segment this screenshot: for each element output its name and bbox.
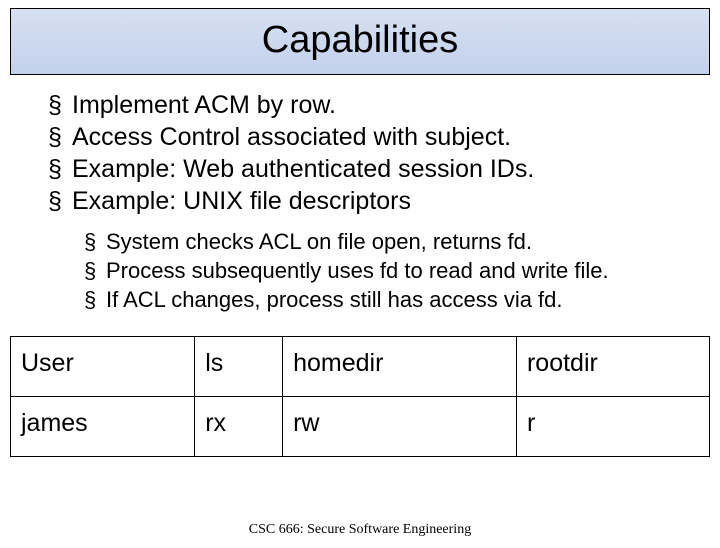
title-bar: Capabilities (10, 8, 710, 75)
table-cell: homedir (283, 337, 517, 397)
list-item: If ACL changes, process still has access… (84, 285, 690, 314)
slide-title: Capabilities (11, 19, 709, 62)
list-item: Example: Web authenticated session IDs. (48, 153, 690, 185)
list-item: Access Control associated with subject. (48, 121, 690, 153)
slide-footer: CSC 666: Secure Software Engineering (0, 522, 720, 538)
table-cell: rx (195, 397, 283, 457)
slide-content: Implement ACM by row. Access Control ass… (0, 75, 720, 314)
table-cell: rootdir (516, 337, 709, 397)
main-bullet-list: Implement ACM by row. Access Control ass… (30, 89, 690, 217)
table-cell: r (516, 397, 709, 457)
table-cell: User (11, 337, 195, 397)
table-row: User ls homedir rootdir (11, 337, 710, 397)
table-cell: james (11, 397, 195, 457)
table-cell: rw (283, 397, 517, 457)
capabilities-table: User ls homedir rootdir james rx rw r (10, 336, 710, 457)
list-item: Example: UNIX file descriptors (48, 185, 690, 217)
sub-bullet-list: System checks ACL on file open, returns … (30, 227, 690, 314)
list-item: Process subsequently uses fd to read and… (84, 256, 690, 285)
table-cell: ls (195, 337, 283, 397)
table-row: james rx rw r (11, 397, 710, 457)
list-item: Implement ACM by row. (48, 89, 690, 121)
list-item: System checks ACL on file open, returns … (84, 227, 690, 256)
